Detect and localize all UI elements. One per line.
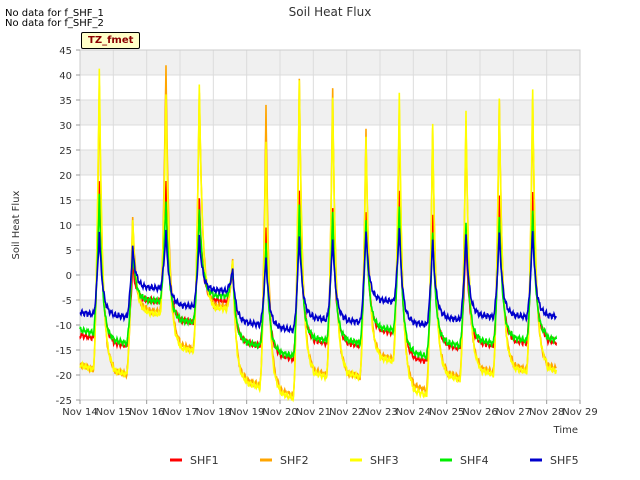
y-tick-label: 0 — [66, 271, 72, 282]
x-tick-label: Nov 19 — [229, 407, 264, 418]
grid-band — [80, 350, 580, 375]
x-tick-label: Nov 22 — [329, 407, 364, 418]
x-tick-label: Nov 16 — [129, 407, 164, 418]
y-tick-label: 30 — [59, 121, 72, 132]
soil-heat-flux-chart: -25-20-15-10-5051015202530354045Nov 14No… — [11, 5, 598, 467]
y-tick-label: -20 — [56, 371, 72, 382]
grid-band — [80, 150, 580, 175]
x-tick-label: Nov 24 — [396, 407, 431, 418]
x-tick-label: Nov 21 — [296, 407, 331, 418]
x-tick-label: Nov 25 — [429, 407, 464, 418]
x-tick-label: Nov 15 — [96, 407, 131, 418]
legend: SHF1 SHF2 SHF3 SHF4 SHF5 — [170, 454, 579, 467]
grid-band — [80, 50, 580, 75]
y-tick-label: 40 — [59, 71, 72, 82]
x-tick-label: Nov 18 — [196, 407, 231, 418]
x-tick-label: Nov 17 — [162, 407, 197, 418]
grid-band — [80, 100, 580, 125]
y-tick-label: -25 — [56, 396, 72, 407]
y-tick-label: 5 — [66, 246, 72, 257]
x-tick-label: Nov 14 — [62, 407, 97, 418]
legend-label-shf1: SHF1 — [190, 454, 219, 467]
x-tick-label: Nov 29 — [562, 407, 597, 418]
y-tick-label: 35 — [59, 96, 72, 107]
x-tick-label: Nov 27 — [496, 407, 531, 418]
y-tick-label: 25 — [59, 146, 72, 157]
x-tick-label: Nov 23 — [362, 407, 397, 418]
y-tick-label: -5 — [62, 296, 72, 307]
grid-band — [80, 200, 580, 225]
y-axis-label: Soil Heat Flux — [11, 190, 22, 259]
x-axis-label: Time — [553, 425, 578, 436]
y-tick-label: 15 — [59, 196, 72, 207]
legend-label-shf3: SHF3 — [370, 454, 399, 467]
x-tick-label: Nov 20 — [262, 407, 297, 418]
x-tick-label: Nov 28 — [529, 407, 564, 418]
y-tick-label: -15 — [56, 346, 72, 357]
y-tick-label: 45 — [59, 46, 72, 57]
y-tick-label: 10 — [59, 221, 72, 232]
chart-title: Soil Heat Flux — [289, 5, 372, 19]
legend-label-shf4: SHF4 — [460, 454, 489, 467]
y-tick-label: -10 — [56, 321, 72, 332]
legend-label-shf5: SHF5 — [550, 454, 579, 467]
y-tick-label: 20 — [59, 171, 72, 182]
legend-label-shf2: SHF2 — [280, 454, 309, 467]
x-tick-label: Nov 26 — [462, 407, 497, 418]
